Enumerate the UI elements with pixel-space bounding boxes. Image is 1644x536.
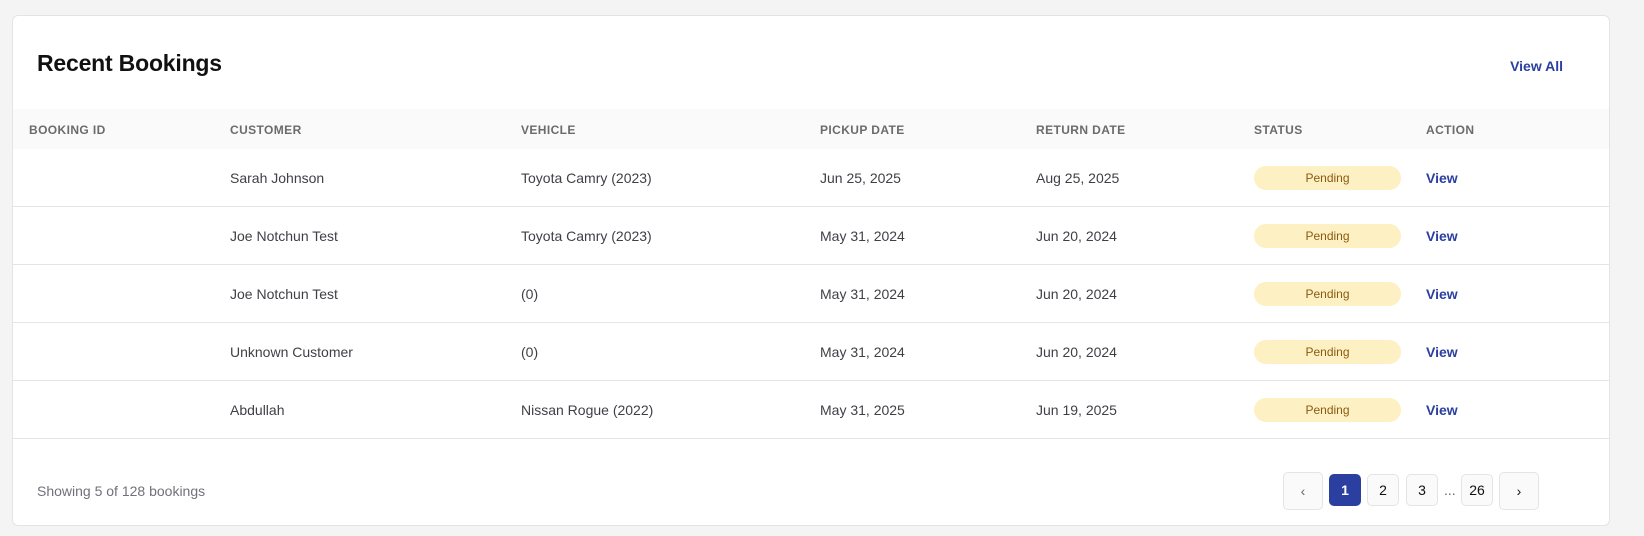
view-booking-link[interactable]: View <box>1426 286 1458 302</box>
view-booking-link[interactable]: View <box>1426 228 1458 244</box>
status-badge: Pending <box>1254 282 1401 306</box>
next-page-button[interactable]: › <box>1499 472 1539 510</box>
cell-customer: Sarah Johnson <box>230 170 325 186</box>
pagination-ellipsis: ... <box>1444 482 1456 498</box>
cell-pickup-date: Jun 25, 2025 <box>820 170 901 186</box>
cell-customer: Abdullah <box>230 402 285 418</box>
cell-vehicle: (0) <box>521 344 539 360</box>
column-header-vehicle: VEHICLE <box>521 123 576 137</box>
column-header-return-date: RETURN DATE <box>1036 123 1126 137</box>
page-button-26[interactable]: 26 <box>1461 474 1493 506</box>
cell-vehicle: (0) <box>521 286 539 302</box>
table-footer: Showing 5 of 128 bookings ‹ 1 2 3 ... 26… <box>13 456 1609 525</box>
table-row: Joe Notchun Test Toyota Camry (2023) May 3… <box>13 207 1609 265</box>
view-all-link[interactable]: View All <box>1510 58 1563 74</box>
cell-pickup-date: May 31, 2024 <box>820 344 905 360</box>
status-badge: Pending <box>1254 224 1401 248</box>
card-title: Recent Bookings <box>37 50 222 76</box>
prev-page-button[interactable]: ‹ <box>1283 472 1323 510</box>
cell-customer: Joe Notchun Test <box>230 228 338 244</box>
column-header-customer: CUSTOMER <box>230 123 302 137</box>
page-button-3[interactable]: 3 <box>1406 474 1438 506</box>
cell-vehicle: Toyota Camry (2023) <box>521 170 652 186</box>
cell-pickup-date: May 31, 2025 <box>820 402 905 418</box>
cell-return-date: Jun 19, 2025 <box>1036 402 1117 418</box>
card-header: Recent Bookings View All <box>13 16 1609 108</box>
table-header: BOOKING ID CUSTOMER VEHICLE PICKUP DATE … <box>13 109 1609 149</box>
table-row: Abdullah Nissan Rogue (2022) May 31, 2025 J… <box>13 381 1609 439</box>
cell-return-date: Aug 25, 2025 <box>1036 170 1120 186</box>
cell-return-date: Jun 20, 2024 <box>1036 286 1117 302</box>
pagination: ‹ 1 2 3 ... 26 › <box>13 472 1609 514</box>
column-header-booking-id: BOOKING ID <box>29 123 106 137</box>
view-booking-link[interactable]: View <box>1426 402 1458 418</box>
cell-pickup-date: May 31, 2024 <box>820 286 905 302</box>
column-header-action: ACTION <box>1426 123 1475 137</box>
status-badge: Pending <box>1254 398 1401 422</box>
recent-bookings-card: Recent Bookings View All BOOKING ID CUST… <box>12 15 1610 526</box>
view-booking-link[interactable]: View <box>1426 344 1458 360</box>
cell-return-date: Jun 20, 2024 <box>1036 344 1117 360</box>
page-button-2[interactable]: 2 <box>1367 474 1399 506</box>
view-booking-link[interactable]: View <box>1426 170 1458 186</box>
chevron-left-icon: ‹ <box>1300 483 1306 499</box>
column-header-pickup-date: PICKUP DATE <box>820 123 905 137</box>
cell-customer: Joe Notchun Test <box>230 286 338 302</box>
page-button-1[interactable]: 1 <box>1329 474 1361 506</box>
cell-customer: Unknown Customer <box>230 344 353 360</box>
status-badge: Pending <box>1254 340 1401 364</box>
cell-vehicle: Nissan Rogue (2022) <box>521 402 654 418</box>
cell-vehicle: Toyota Camry (2023) <box>521 228 652 244</box>
table-row: Sarah Johnson Toyota Camry (2023) Jun 25, … <box>13 149 1609 207</box>
status-badge: Pending <box>1254 166 1401 190</box>
table-row: Joe Notchun Test (0) May 31, 2024 Jun 20, 2… <box>13 265 1609 323</box>
cell-return-date: Jun 20, 2024 <box>1036 228 1117 244</box>
chevron-right-icon: › <box>1516 483 1522 499</box>
cell-pickup-date: May 31, 2024 <box>820 228 905 244</box>
table-row: Unknown Customer (0) May 31, 2024 Jun 20, 2… <box>13 323 1609 381</box>
column-header-status: STATUS <box>1254 123 1303 137</box>
